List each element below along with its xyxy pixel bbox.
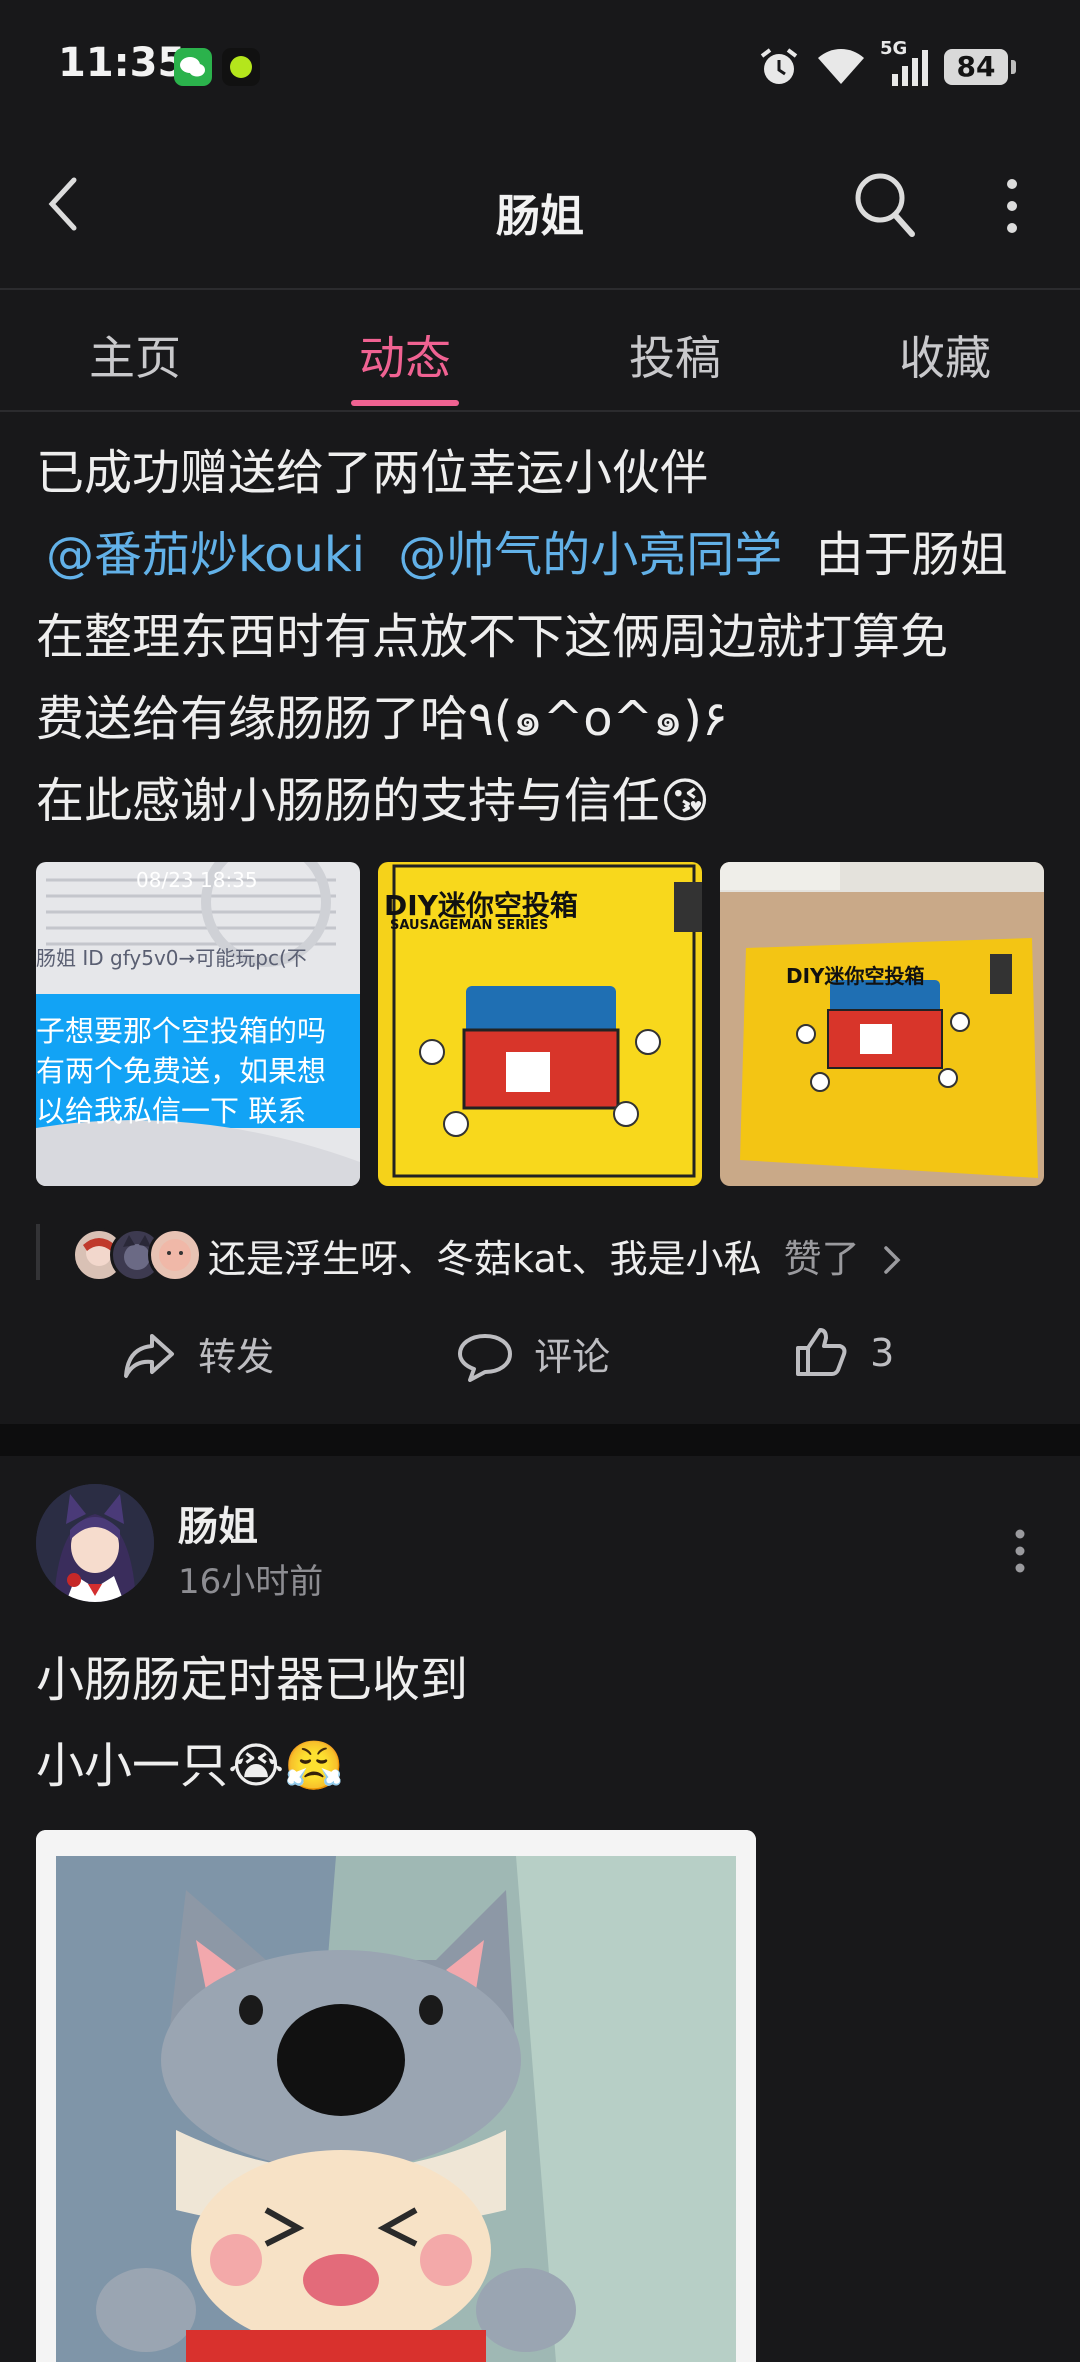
comment-icon <box>458 1334 512 1382</box>
tab-active-indicator <box>351 400 459 406</box>
tab-favorites[interactable]: 收藏 <box>845 322 1045 388</box>
alarm-icon <box>756 44 802 94</box>
top-bar: 肠姐 <box>0 130 1080 290</box>
box-series: SAUSAGEMAN SERIES <box>390 918 549 933</box>
post-image-box-on-table[interactable]: DIY迷你空投箱 <box>720 862 1044 1186</box>
image-text-line: 以给我私信一下 联系 <box>36 1094 307 1128</box>
more-vertical-icon <box>1007 179 1017 233</box>
search-icon <box>855 173 915 237</box>
post-title: 小肠肠定时器已收到 <box>36 1652 469 1708</box>
more-button[interactable] <box>1000 176 1024 240</box>
search-button[interactable] <box>852 170 918 244</box>
share-button[interactable]: 转发 <box>120 1326 274 1382</box>
box-title: DIY迷你空投箱 <box>786 964 925 988</box>
image-text-line: 有两个免费送，如果想 <box>36 1054 327 1088</box>
comment-button[interactable]: 评论 <box>456 1326 610 1382</box>
like-count: 3 <box>870 1331 895 1375</box>
app-notification-icon <box>222 48 260 86</box>
post-separator <box>0 1424 1080 1456</box>
tab-bar: 主页 动态 投稿 收藏 <box>0 290 1080 412</box>
image-text-line: 肠姐 ID gfy5v0→可能玩pc(不 <box>36 946 307 970</box>
post-text-line: 在此感谢小肠肠的支持与信任😘 <box>36 773 711 829</box>
thumbs-up-icon <box>796 1328 847 1376</box>
post-text-line: @番茄炒kouki @帅气的小亮同学 由于肠姐 <box>36 514 1008 596</box>
tab-submissions[interactable]: 投稿 <box>575 322 775 388</box>
wechat-icon <box>174 48 212 86</box>
likes-divider <box>36 1224 40 1280</box>
post-more-button[interactable] <box>1008 1526 1032 1580</box>
post-subtitle: 小小一只😭😤 <box>36 1738 344 1794</box>
like-button[interactable]: 3 <box>792 1326 894 1378</box>
chevron-right-icon <box>883 1246 901 1274</box>
mention-link[interactable]: @帅气的小亮同学 <box>398 527 782 583</box>
post-photo-figure[interactable] <box>36 1830 756 2362</box>
author-name[interactable]: 肠姐 <box>178 1494 258 1552</box>
more-vertical-icon <box>1015 1529 1025 1573</box>
share-icon <box>124 1334 174 1378</box>
likes-users: 还是浮生呀、冬菇kat、我是小私 <box>208 1237 762 1281</box>
tab-activity[interactable]: 动态 <box>305 322 505 388</box>
image-timestamp: 08/23 18:35 <box>136 868 258 892</box>
likes-summary[interactable]: 还是浮生呀、冬菇kat、我是小私 赞了 <box>208 1228 904 1283</box>
post-text-fragment: 由于肠姐 <box>815 527 1008 583</box>
comment-label: 评论 <box>534 1335 611 1379</box>
author-avatar[interactable] <box>36 1484 154 1602</box>
post-text-line: 在整理东西时有点放不下这俩周边就打算免 <box>36 609 949 665</box>
status-time: 11:35 <box>58 40 186 86</box>
tab-home[interactable]: 主页 <box>35 322 235 388</box>
wifi-icon <box>814 44 868 92</box>
post-text-line: 费送给有缘肠肠了哈٩(๑^o^๑)۶ <box>36 691 728 747</box>
post-timestamp: 16小时前 <box>178 1562 324 1602</box>
liker-avatar[interactable] <box>148 1228 202 1282</box>
likes-suffix: 赞了 <box>783 1237 860 1281</box>
signal-icon <box>886 48 932 92</box>
image-text-line: 子想要那个空投箱的吗 <box>36 1014 327 1048</box>
post-image-chat-screenshot[interactable]: 08/23 18:35 肠姐 ID gfy5v0→可能玩pc(不 子想要那个空投… <box>36 862 360 1186</box>
status-bar: 11:35 5G 84 <box>0 0 1080 130</box>
post-image-box-closeup[interactable]: DIY迷你空投箱 SAUSAGEMAN SERIES <box>378 862 702 1186</box>
page-title: 肠姐 <box>496 191 584 242</box>
mention-link[interactable]: @番茄炒kouki <box>46 527 365 583</box>
battery-indicator: 84 <box>944 49 1016 85</box>
share-label: 转发 <box>198 1335 275 1379</box>
post-text-line: 已成功赠送给了两位幸运小伙伴 <box>36 445 709 501</box>
